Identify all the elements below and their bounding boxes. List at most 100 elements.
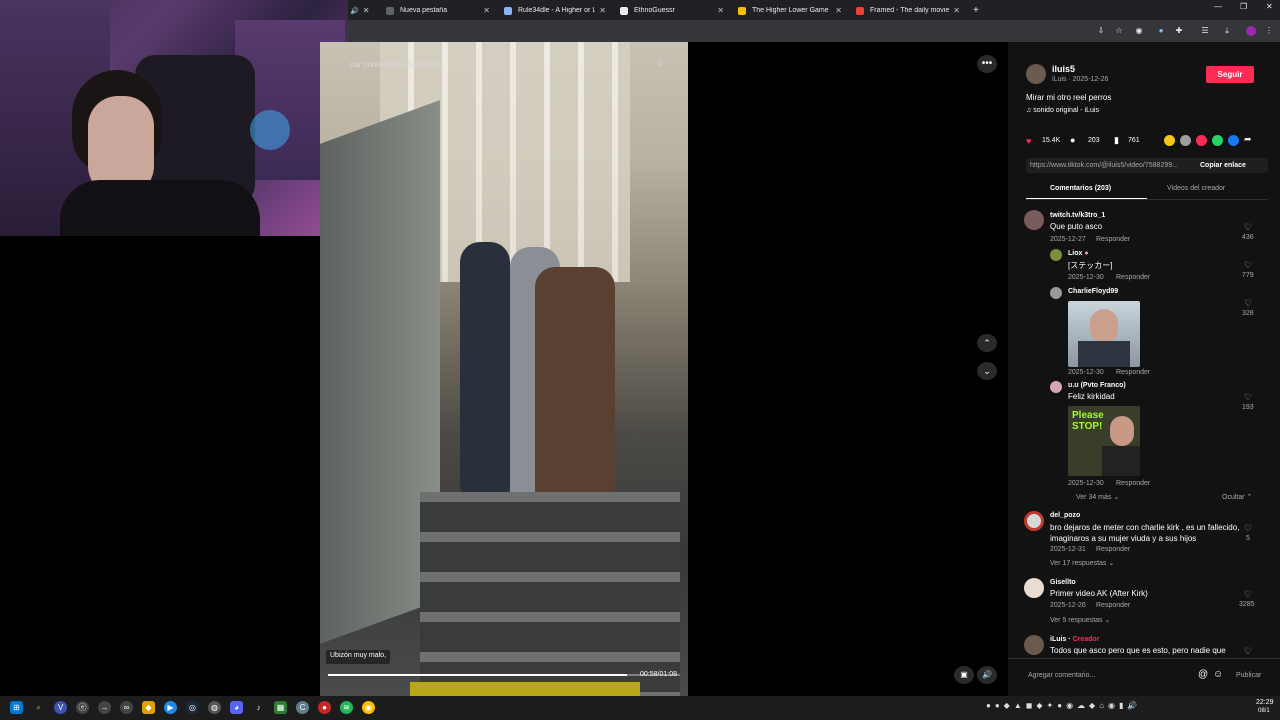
share-option-icon[interactable] xyxy=(1180,135,1191,146)
comment-heart-icon[interactable]: ♡ xyxy=(1244,589,1252,600)
reply-button[interactable]: Responder xyxy=(1096,546,1130,553)
app-shield-icon[interactable]: ◆ xyxy=(142,701,155,714)
close-icon[interactable]: ✕ xyxy=(483,6,490,15)
post-sound[interactable]: ♫ sonido original - iLuis xyxy=(1026,107,1099,114)
extension-shield-icon[interactable]: ● xyxy=(1156,26,1166,36)
video-link[interactable]: https://www.tiktok.com/@iluis5/video/758… xyxy=(1030,162,1178,169)
tiktok-icon[interactable]: ♪ xyxy=(252,701,265,714)
comment-username[interactable]: iLuis · Creador xyxy=(1050,636,1099,643)
new-tab-button[interactable]: + xyxy=(970,2,986,19)
app-red-icon[interactable]: ● xyxy=(318,701,331,714)
steam-icon[interactable]: ◎ xyxy=(186,701,199,714)
app-ek-icon[interactable]: ⓔ xyxy=(76,701,89,714)
share-option-icon[interactable] xyxy=(1212,135,1223,146)
commenter-avatar[interactable] xyxy=(1050,249,1062,261)
start-windows-icon[interactable]: ⊞ xyxy=(10,701,23,714)
tab-framed[interactable]: Framed - The daily movie guess✕ xyxy=(848,2,966,19)
reply-button[interactable]: Responder xyxy=(1116,369,1150,376)
copy-link-button[interactable]: Copiar enlace xyxy=(1200,162,1246,169)
reply-button[interactable]: Responder xyxy=(1096,236,1130,243)
extensions-puzzle-icon[interactable]: ✚ xyxy=(1174,26,1184,36)
emoji-icon[interactable]: ☺ xyxy=(1213,669,1223,680)
app-globe-icon[interactable]: ◍ xyxy=(208,701,221,714)
view-more-replies[interactable]: Ver 34 más ⌄ xyxy=(1076,493,1119,501)
downloads-icon[interactable]: ⤓ xyxy=(1222,26,1232,36)
commenter-avatar[interactable] xyxy=(1024,578,1044,598)
previous-video-chevron-up-icon[interactable]: ⌃ xyxy=(977,334,997,352)
tab-rule34dle[interactable]: Rule34dle - A Higher or Lower✕ xyxy=(496,2,612,19)
share-option-icon[interactable] xyxy=(1196,135,1207,146)
comment-username[interactable]: twitch.tv/k3tro_1 xyxy=(1050,212,1105,219)
volume-icon[interactable]: 🔊 xyxy=(977,666,997,684)
tab-creator-videos[interactable]: Videos del creador xyxy=(1167,185,1225,192)
tab-comments[interactable]: Comentarios (203) xyxy=(1050,185,1111,192)
app-c-icon[interactable]: C xyxy=(296,701,309,714)
app-v-icon[interactable]: V xyxy=(54,701,67,714)
close-icon[interactable]: ✕ xyxy=(599,6,606,15)
view-replies[interactable]: Ver 5 respuestas ⌄ xyxy=(1050,616,1110,624)
search-bar[interactable]: car contenido relacionado ⌕ xyxy=(348,56,688,74)
bookmark-icon[interactable]: ▮ xyxy=(1114,135,1119,146)
commenter-avatar[interactable] xyxy=(1024,635,1044,655)
view-replies[interactable]: Ver 17 respuestas ⌄ xyxy=(1050,559,1114,567)
comment-bubble-icon[interactable]: ● xyxy=(1070,135,1075,145)
comment-username[interactable]: CharlieFloyd99 xyxy=(1068,288,1118,295)
comment-heart-icon[interactable]: ♡ xyxy=(1244,392,1252,403)
comment-heart-icon[interactable]: ♡ xyxy=(1244,260,1252,271)
video-progress-track[interactable] xyxy=(328,674,680,676)
share-option-icon[interactable] xyxy=(1228,135,1239,146)
discord-icon[interactable]: ◕ xyxy=(230,701,243,714)
audio-tab[interactable]: 🔊 ✕ xyxy=(348,2,378,19)
comment-username[interactable]: Gisellto xyxy=(1050,579,1076,586)
comment-heart-icon[interactable]: ♡ xyxy=(1244,523,1252,534)
publish-button[interactable]: Publicar xyxy=(1236,672,1261,679)
video-player[interactable]: Ubizón muy malo, 00:58/01:08 xyxy=(320,42,688,696)
menu-icon[interactable]: ⋮ xyxy=(1264,26,1274,36)
extension-eye-icon[interactable]: ◉ xyxy=(1134,26,1144,36)
app-ms-icon[interactable]: ∞ xyxy=(120,701,133,714)
comment-input[interactable]: Agregar comentario... xyxy=(1028,672,1095,679)
hide-replies[interactable]: Ocultar ⌃ xyxy=(1222,493,1252,501)
commenter-avatar[interactable] xyxy=(1024,210,1044,230)
restore-icon[interactable]: ❐ xyxy=(1240,2,1247,11)
comment-heart-icon[interactable]: ♡ xyxy=(1244,646,1252,657)
comment-username[interactable]: Liox ● xyxy=(1068,250,1089,257)
comment-image[interactable] xyxy=(1068,301,1140,367)
search-icon[interactable]: ⌕ xyxy=(32,701,45,714)
bookmarks-icon[interactable]: ☰ xyxy=(1200,26,1210,36)
share-option-icon[interactable] xyxy=(1164,135,1175,146)
app-grid-icon[interactable]: ▦ xyxy=(274,701,287,714)
commenter-avatar[interactable] xyxy=(1024,511,1044,531)
bookmark-star-icon[interactable]: ☆ xyxy=(1114,26,1124,36)
app-arrow-icon[interactable]: → xyxy=(98,701,111,714)
reply-button[interactable]: Responder xyxy=(1096,602,1130,609)
close-icon[interactable]: ✕ xyxy=(835,6,842,15)
author-avatar[interactable] xyxy=(1026,64,1046,84)
comment-username[interactable]: del_pozo xyxy=(1050,512,1080,519)
install-icon[interactable]: ⇩ xyxy=(1096,26,1106,36)
mention-icon[interactable]: @ xyxy=(1198,669,1208,680)
tab-ethnoguessr[interactable]: EthnoGuessr ✕ xyxy=(612,2,730,19)
tab-higher-lower[interactable]: The Higher Lower Game ✕ xyxy=(730,2,848,19)
pip-icon[interactable]: ▣ xyxy=(954,666,974,684)
tab-nueva-pestana[interactable]: Nueva pestaña ✕ xyxy=(378,2,496,19)
comment-heart-icon[interactable]: ♡ xyxy=(1244,298,1252,309)
system-tray-icons[interactable]: ●●◆▲◼◆✦●◉☁◆⌂◉▮🔊 xyxy=(986,701,1236,714)
profile-avatar[interactable] xyxy=(1246,26,1256,36)
commenter-avatar[interactable] xyxy=(1050,287,1062,299)
comment-heart-icon[interactable]: ♡ xyxy=(1244,222,1252,233)
close-window-icon[interactable]: ✕ xyxy=(1266,2,1273,11)
commenter-avatar[interactable] xyxy=(1050,381,1062,393)
close-icon[interactable]: ✕ xyxy=(363,6,370,15)
reply-button[interactable]: Responder xyxy=(1116,274,1150,281)
chrome-icon[interactable]: ◉ xyxy=(362,701,375,714)
spotify-icon[interactable]: ≋ xyxy=(340,701,353,714)
minimize-icon[interactable]: — xyxy=(1214,2,1222,11)
share-arrow-icon[interactable]: ➦ xyxy=(1244,134,1252,145)
close-icon[interactable]: ✕ xyxy=(717,6,724,15)
reply-button[interactable]: Responder xyxy=(1116,480,1150,487)
comment-sticker[interactable]: Please STOP! xyxy=(1068,406,1140,476)
author-username[interactable]: iluis5 xyxy=(1052,64,1075,74)
comment-username[interactable]: ʊ.ʊ (Pvto Franco) xyxy=(1068,382,1126,389)
search-icon[interactable]: ⌕ xyxy=(658,58,664,69)
